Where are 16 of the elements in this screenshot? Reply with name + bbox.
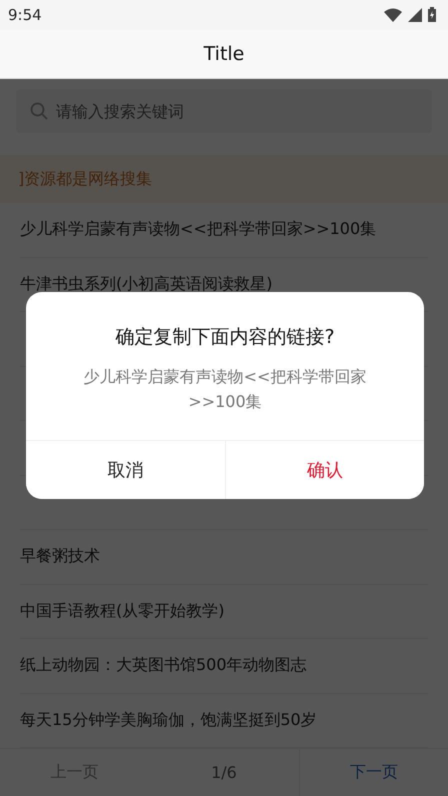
- wifi-icon: [384, 8, 402, 22]
- notice-banner: ]资源都是网络搜集: [0, 155, 448, 203]
- list-item[interactable]: 纸上动物园：大英图书馆500年动物图志: [20, 639, 428, 694]
- status-time: 9:54: [8, 6, 42, 24]
- dialog-title: 确定复制下面内容的链接?: [114, 325, 336, 350]
- dialog-message: 少儿科学启蒙有声读物<<把科学带回家>>100集: [82, 366, 368, 413]
- list-item[interactable]: 少儿科学启蒙有声读物<<把科学带回家>>100集: [20, 203, 428, 258]
- list-item[interactable]: 中国手语教程(从零开始教学): [20, 584, 428, 639]
- battery-icon: [428, 7, 436, 22]
- signal-icon: [408, 8, 422, 22]
- confirm-button[interactable]: 确认: [225, 441, 424, 499]
- page-number: 1/6: [210, 762, 238, 784]
- page-title: Title: [204, 42, 244, 65]
- search-icon: [30, 102, 48, 120]
- list-item[interactable]: 每天15分钟学美胸瑜伽，饱满坚挺到50岁: [20, 694, 428, 748]
- list-item[interactable]: 早餐粥技术: [20, 530, 428, 584]
